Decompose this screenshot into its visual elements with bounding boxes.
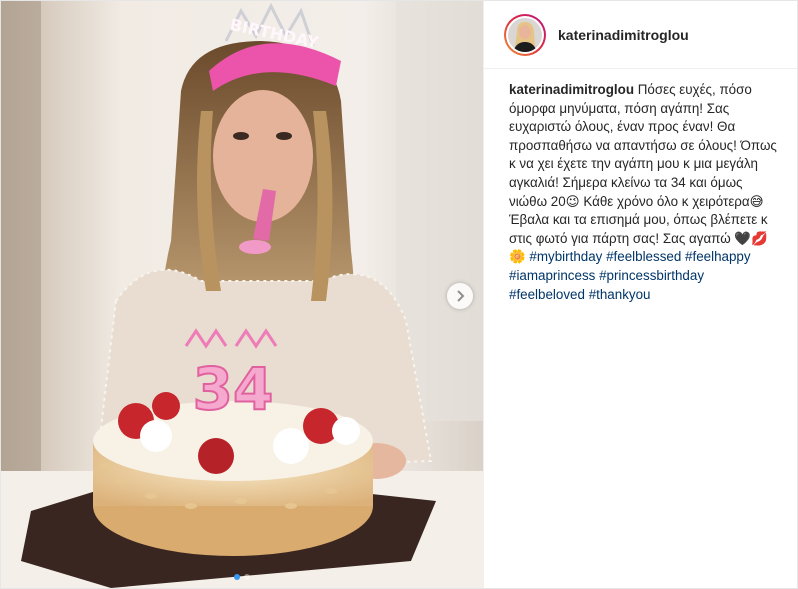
avatar [508,17,542,52]
instagram-post: BIRTHDAY 34 katerinadimitroglou katerina… [0,0,798,589]
hashtag[interactable]: #feelhappy [685,249,751,264]
caption-text: Πόσες ευχές, πόσο όμορφα μηνύματα, πόση … [509,82,777,265]
birthday-photo: BIRTHDAY 34 [1,1,483,588]
caption-username[interactable]: katerinadimitroglou [509,82,634,97]
hashtag[interactable]: #princessbirthday [599,268,704,283]
post-caption: katerinadimitroglou Πόσες ευχές, πόσο όμ… [484,69,797,304]
hashtag[interactable]: #thankyou [589,287,651,302]
chevron-right-icon [457,290,465,302]
carousel-dot-active [234,574,240,580]
carousel-indicator [1,574,483,580]
post-side-panel: katerinadimitroglou katerinadimitroglou … [483,1,797,588]
post-photo[interactable]: BIRTHDAY 34 [1,1,483,588]
hashtag[interactable]: #feelbeloved [509,287,585,302]
hashtag[interactable]: #feelblessed [606,249,681,264]
candle-number: 34 [193,355,274,423]
story-ring[interactable] [504,13,546,56]
carousel-dot [244,574,250,580]
hashtag[interactable]: #iamaprincess [509,268,595,283]
post-header: katerinadimitroglou [484,1,797,69]
next-slide-button[interactable] [447,283,473,309]
hashtag[interactable]: #mybirthday [529,249,602,264]
header-username[interactable]: katerinadimitroglou [558,27,689,43]
